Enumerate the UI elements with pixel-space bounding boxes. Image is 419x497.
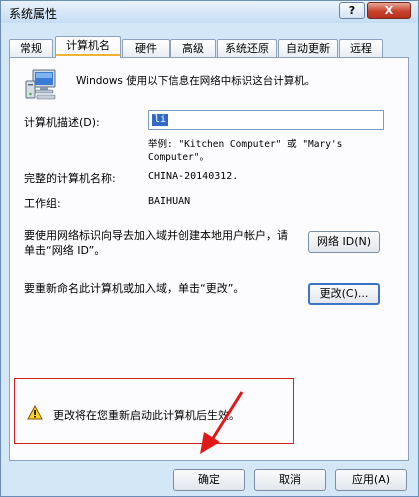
warning-icon [27, 405, 43, 420]
rename-text: 要重新命名此计算机或加入域，单击“更改”。 [24, 282, 245, 295]
workgroup-label: 工作组: [24, 197, 61, 210]
change-button[interactable]: 更改(C)... [308, 283, 380, 305]
tab-system-restore[interactable]: 系统还原 [217, 39, 277, 57]
computer-name-panel: Windows 使用以下信息在网络中标识这台计算机。 计算机描述(D): li … [9, 57, 409, 461]
full-name-label: 完整的计算机名称: [24, 172, 116, 185]
description-input[interactable]: li [148, 110, 384, 130]
description-value: li [152, 114, 169, 126]
tab-automatic-updates[interactable]: 自动更新 [278, 39, 338, 57]
title-bar[interactable]: 系统属性 ? X [1, 1, 418, 23]
close-button[interactable]: X [367, 2, 411, 19]
apply-button[interactable]: 应用(A) [335, 469, 407, 491]
workgroup-value: BAIHUAN [148, 196, 191, 207]
ok-button[interactable]: 确定 [173, 469, 245, 491]
info-text: Windows 使用以下信息在网络中标识这台计算机。 [76, 75, 316, 87]
tab-hardware[interactable]: 硬件 [122, 39, 170, 57]
full-name-value: CHINA-20140312. [148, 171, 239, 182]
tab-general[interactable]: 常规 [9, 39, 53, 57]
tab-advanced[interactable]: 高级 [170, 39, 216, 57]
tab-computer-name-label: 计算机名 [56, 37, 120, 56]
computer-icon [25, 69, 56, 100]
example-text: 举例: "Kitchen Computer" 或 "Mary's Compute… [148, 139, 343, 163]
description-label: 计算机描述(D): [24, 116, 100, 129]
network-id-text: 要使用网络标识向导去加入域并创建本地用户帐户，请单击“网络 ID”。 [24, 229, 288, 257]
network-id-button[interactable]: 网络 ID(N) [308, 231, 380, 253]
system-properties-window: 系统属性 ? X 常规 计算机名 硬件 高级 系统还原 自动更新 远程 Wind… [0, 0, 419, 497]
window-title: 系统属性 [9, 7, 58, 21]
help-button[interactable]: ? [339, 2, 365, 19]
tab-computer-name[interactable]: 计算机名 [55, 36, 121, 58]
tab-remote[interactable]: 远程 [339, 39, 383, 57]
cancel-button[interactable]: 取消 [254, 469, 326, 491]
warning-highlight-box: 更改将在您重新启动此计算机后生效。 [14, 378, 294, 444]
red-arrow-annotation [200, 391, 244, 454]
